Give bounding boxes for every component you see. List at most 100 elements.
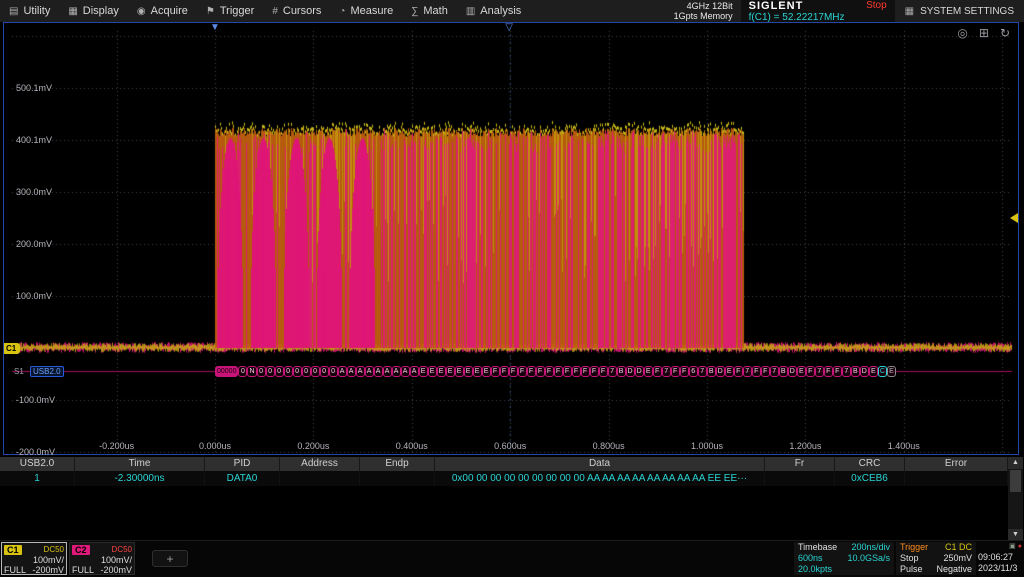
menu-item-label: Trigger xyxy=(220,5,254,17)
trigger-slope: Negative xyxy=(936,564,972,575)
decode-data-nibble: 0 xyxy=(320,366,329,377)
menu-utility[interactable]: ▤ Utility xyxy=(0,0,59,22)
math-icon: ∑ xyxy=(411,6,418,17)
table-header-cell: PID xyxy=(205,457,280,471)
decode-data-nibble: D xyxy=(716,366,725,377)
table-header-cell: USB2.0 xyxy=(0,457,75,471)
timebase-delay: 600ns xyxy=(798,553,837,564)
channel-offset-marker[interactable]: C1 xyxy=(4,343,20,354)
decode-data-nibble: 7 xyxy=(662,366,671,377)
decode-data-nibble: F xyxy=(653,366,662,377)
decode-crc-field: C xyxy=(878,366,887,377)
add-channel-button[interactable]: + xyxy=(152,550,188,567)
decode-data-nibble: A xyxy=(374,366,383,377)
decode-data-nibble: 7 xyxy=(815,366,824,377)
decode-data-nibble: B xyxy=(851,366,860,377)
table-cell[interactable] xyxy=(765,471,835,486)
camera-icon[interactable]: ◎ xyxy=(957,27,967,39)
rotate-icon[interactable]: ↻ xyxy=(1000,27,1010,39)
decode-data-nibble: F xyxy=(563,366,572,377)
delay-position-marker[interactable]: ▽ xyxy=(505,23,513,33)
display-icon: ▦ xyxy=(68,6,77,17)
menu-bar: ▤ Utility ▦ Display ◉Acquire⚑Trigger#Cursors… xyxy=(0,0,1024,22)
measure-icon: ◔ xyxy=(339,6,345,17)
decode-data-nibble: E xyxy=(725,366,734,377)
decode-data-nibble: F xyxy=(500,366,509,377)
table-cell[interactable]: 1 xyxy=(0,471,75,486)
y-axis-label: 100.0mV xyxy=(16,291,52,301)
decode-data-nibble: F xyxy=(518,366,527,377)
menu-analysis[interactable]: ▥Analysis xyxy=(457,0,530,22)
table-cell[interactable] xyxy=(905,471,1008,486)
decode-data-nibble: E xyxy=(473,366,482,377)
menu-cursors[interactable]: #Cursors xyxy=(263,0,330,22)
menu-item-label: Acquire xyxy=(151,5,188,17)
decode-data-nibble: 7 xyxy=(608,366,617,377)
trigger-position-marker[interactable]: ▼ xyxy=(210,23,220,33)
utility-icon: ▤ xyxy=(9,6,18,17)
offset-value: -200mV xyxy=(100,565,132,575)
table-cell[interactable] xyxy=(360,471,435,486)
table-cell[interactable]: 0xCEB6 xyxy=(835,471,905,486)
table-cell[interactable]: 0x00 00 00 00 00 00 00 00 00 AA AA AA AA… xyxy=(435,471,765,486)
decode-data-nibble: F xyxy=(671,366,680,377)
menu-math[interactable]: ∑Math xyxy=(402,0,457,22)
decode-data-nibble: E xyxy=(446,366,455,377)
menu-item-label: Utility xyxy=(23,5,50,17)
menu-trigger[interactable]: ⚑Trigger xyxy=(197,0,263,22)
bandwidth-value: FULL xyxy=(4,565,26,575)
table-cell[interactable]: -2.30000ns xyxy=(75,471,205,486)
scrollbar-thumb[interactable] xyxy=(1010,470,1021,492)
decode-data-nibble: D xyxy=(860,366,869,377)
clock-time: 09:06:27 xyxy=(978,552,1022,563)
decode-data-nibble: 7 xyxy=(770,366,779,377)
menu-acquire[interactable]: ◉Acquire xyxy=(128,0,197,22)
decode-data-nibble: F xyxy=(527,366,536,377)
decode-data-nibble: B xyxy=(617,366,626,377)
waveform-canvas[interactable] xyxy=(4,23,1018,454)
decode-data-nibble: F xyxy=(536,366,545,377)
channel-box-c1[interactable]: C1 DC50 100mV/ FULL -200mV xyxy=(1,542,67,575)
table-cell[interactable] xyxy=(280,471,360,486)
menu-item-label: Display xyxy=(83,5,119,17)
x-axis-label: 0.800us xyxy=(581,441,637,451)
decode-data-nibble: 0 xyxy=(284,366,293,377)
expand-icon[interactable]: ⊞ xyxy=(979,27,989,39)
bus-protocol-tag[interactable]: USB2.0 xyxy=(30,366,64,377)
scale-value: 100mV/ xyxy=(4,555,64,565)
decode-end-field: E xyxy=(887,366,896,377)
decode-data-nibble: A xyxy=(401,366,410,377)
table-scrollbar[interactable]: ▲ ▼ xyxy=(1008,457,1023,541)
decode-data-nibble: E xyxy=(464,366,473,377)
decode-data-nibble: E xyxy=(419,366,428,377)
timebase-title: Timebase xyxy=(798,542,837,553)
trigger-source: C1 DC xyxy=(936,542,972,553)
channel-box-c2[interactable]: C2 DC50 100mV/ FULL -200mV xyxy=(69,542,135,575)
timebase-scale: 200ns/div xyxy=(847,542,890,553)
decode-data-nibble: E xyxy=(869,366,878,377)
x-axis-label: 0.600us xyxy=(482,441,538,451)
menu-measure[interactable]: ◔Measure xyxy=(330,0,402,22)
y-axis-label: -200.0mV xyxy=(16,447,55,457)
y-axis-label: 200.0mV xyxy=(16,239,52,249)
brand-logo: SIGLENT xyxy=(749,0,804,12)
scroll-up-button[interactable]: ▲ xyxy=(1008,457,1023,469)
decode-data-nibble: 7 xyxy=(842,366,851,377)
spec-line1: 4GHz 12Bit xyxy=(674,1,733,11)
trigger-box[interactable]: Trigger Stop Pulse C1 DC 250mV Negative xyxy=(896,542,976,575)
decode-data-nibble: D xyxy=(626,366,635,377)
bus-label: S1 xyxy=(14,367,24,376)
table-header-cell: Data xyxy=(435,457,765,471)
table-cell[interactable]: DATA0 xyxy=(205,471,280,486)
table-header-cell: Fr xyxy=(765,457,835,471)
analysis-icon: ▥ xyxy=(466,6,475,17)
decode-data-nibble: A xyxy=(392,366,401,377)
x-axis-label: 0.200us xyxy=(285,441,341,451)
decode-data-nibble: 7 xyxy=(698,366,707,377)
menu-display[interactable]: ▦ Display xyxy=(59,0,128,22)
system-settings-button[interactable]: ▦ SYSTEM SETTINGS xyxy=(895,0,1024,22)
x-axis-label: 1.400us xyxy=(876,441,932,451)
timebase-box[interactable]: Timebase 600ns 20.0kpts 200ns/div 10.0GS… xyxy=(794,542,894,575)
display-corner-icons: ◎ ⊞ ↻ xyxy=(957,27,1010,39)
trigger-level-marker[interactable] xyxy=(1010,213,1018,223)
